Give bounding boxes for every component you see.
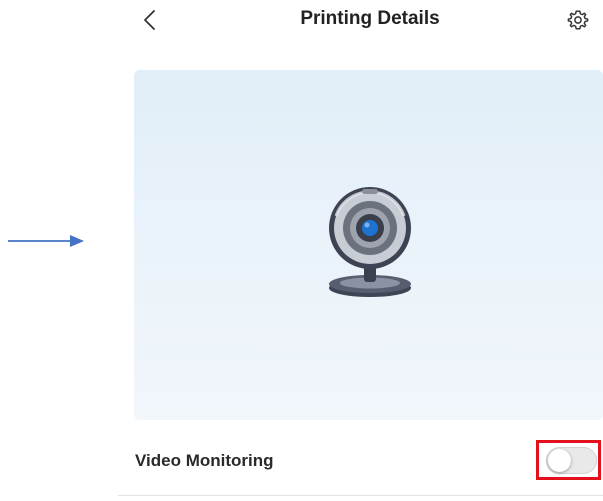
settings-button[interactable] [566,8,590,32]
back-button[interactable] [138,6,162,34]
video-preview-panel [134,70,603,420]
webcam-icon [329,187,411,297]
gear-icon [567,10,589,30]
row-divider [118,495,603,496]
video-monitoring-label: Video Monitoring [135,451,274,470]
arrow-right-icon [8,235,84,247]
printing-details-screen: Printing Details Video Monitoring [0,0,603,501]
toggle-knob [548,449,571,472]
page-title: Printing Details [300,8,440,29]
chevron-left-icon [144,10,155,30]
video-monitoring-toggle[interactable] [546,447,597,474]
